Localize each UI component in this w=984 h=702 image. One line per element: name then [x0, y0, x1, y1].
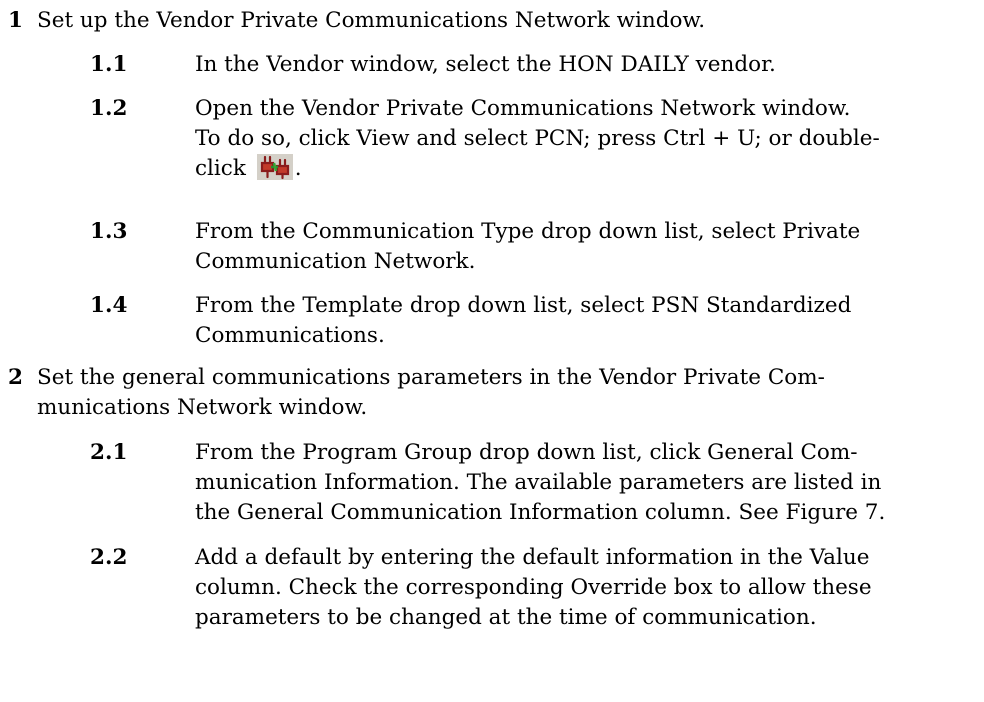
substep-line: click — [195, 156, 253, 181]
substep-line: Add a default by entering the default in… — [195, 545, 870, 570]
substep-line: Communication Network. — [195, 249, 476, 274]
substep-line: . — [294, 156, 302, 181]
substep-line: From the Program Group drop down list, c… — [195, 440, 858, 465]
substep-number: 1.4 — [90, 293, 128, 318]
substep-text: From the Template drop down list, select… — [195, 291, 982, 351]
substep-line: To do so, click View and select PCN; pre… — [195, 126, 880, 151]
substep-text: From the Communication Type drop down li… — [195, 217, 982, 277]
step-line: munications Network window. — [37, 395, 368, 420]
substep-number: 2.1 — [90, 440, 128, 465]
substep-number: 2.2 — [90, 545, 128, 570]
substep-line: the General Communication Information co… — [195, 500, 886, 525]
substep-number: 1.3 — [90, 219, 128, 244]
substep-line: Communications. — [195, 323, 385, 348]
substep-text: Open the Vendor Private Communications N… — [195, 94, 982, 184]
step-number: 2 — [8, 365, 23, 390]
substep-number: 1.1 — [90, 52, 128, 77]
substep-line: From the Communication Type drop down li… — [195, 219, 861, 244]
substep-line: parameters to be changed at the time of … — [195, 605, 817, 630]
substep-line: In the Vendor window, select the HON DAI… — [195, 52, 776, 77]
network-connect-icon — [256, 154, 293, 180]
substep-line: column. Check the corresponding Override… — [195, 575, 872, 600]
step-line: Set the general communications parameter… — [37, 365, 825, 390]
step-text: Set the general communications parameter… — [37, 363, 982, 423]
step-text: Set up the Vendor Private Communications… — [37, 8, 706, 33]
substep-text: In the Vendor window, select the HON DAI… — [195, 50, 982, 80]
substep-line: From the Template drop down list, select… — [195, 293, 852, 318]
substep-line: Open the Vendor Private Communications N… — [195, 96, 851, 121]
substep-number: 1.2 — [90, 96, 128, 121]
step-number: 1 — [8, 8, 23, 33]
substep-line: munication Information. The available pa… — [195, 470, 882, 495]
substep-text: Add a default by entering the default in… — [195, 543, 982, 633]
substep-text: From the Program Group drop down list, c… — [195, 438, 982, 528]
